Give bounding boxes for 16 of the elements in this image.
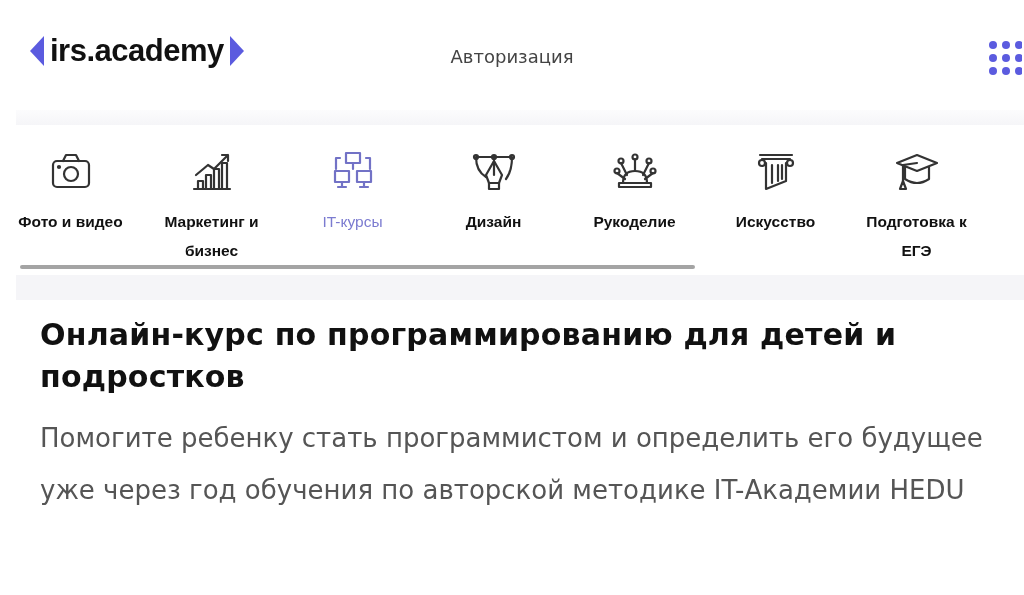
left-triangle-icon xyxy=(30,36,44,66)
hero-description: Помогите ребенку стать программистом и определить его будущее уже через год обучения по авторской методике IT-Академии HEDU xyxy=(40,422,984,507)
category-tab[interactable]: Фото и видео xyxy=(0,149,141,265)
login-link[interactable]: Авторизация xyxy=(450,46,574,67)
right-triangle-icon xyxy=(229,36,244,66)
category-tab[interactable]: Дизайн xyxy=(423,149,564,265)
page-heading: Онлайн-курс по программированию для детей и подростков xyxy=(40,316,898,396)
scrollbar[interactable] xyxy=(20,265,695,269)
category-tab[interactable]: Маркетинг и бизнес xyxy=(141,149,282,265)
category-tab[interactable]: Подготовка к ЕГЭ xyxy=(846,149,987,265)
logo-text: irs.academy xyxy=(50,33,224,69)
logo-link[interactable]: irs.academy xyxy=(30,33,244,77)
category-tab[interactable]: Искусство xyxy=(705,149,846,265)
menu-icon[interactable] xyxy=(988,40,1022,76)
category-tab[interactable]: Рукоделие xyxy=(564,149,705,265)
category-tab[interactable]: IT-курсы xyxy=(282,149,423,265)
